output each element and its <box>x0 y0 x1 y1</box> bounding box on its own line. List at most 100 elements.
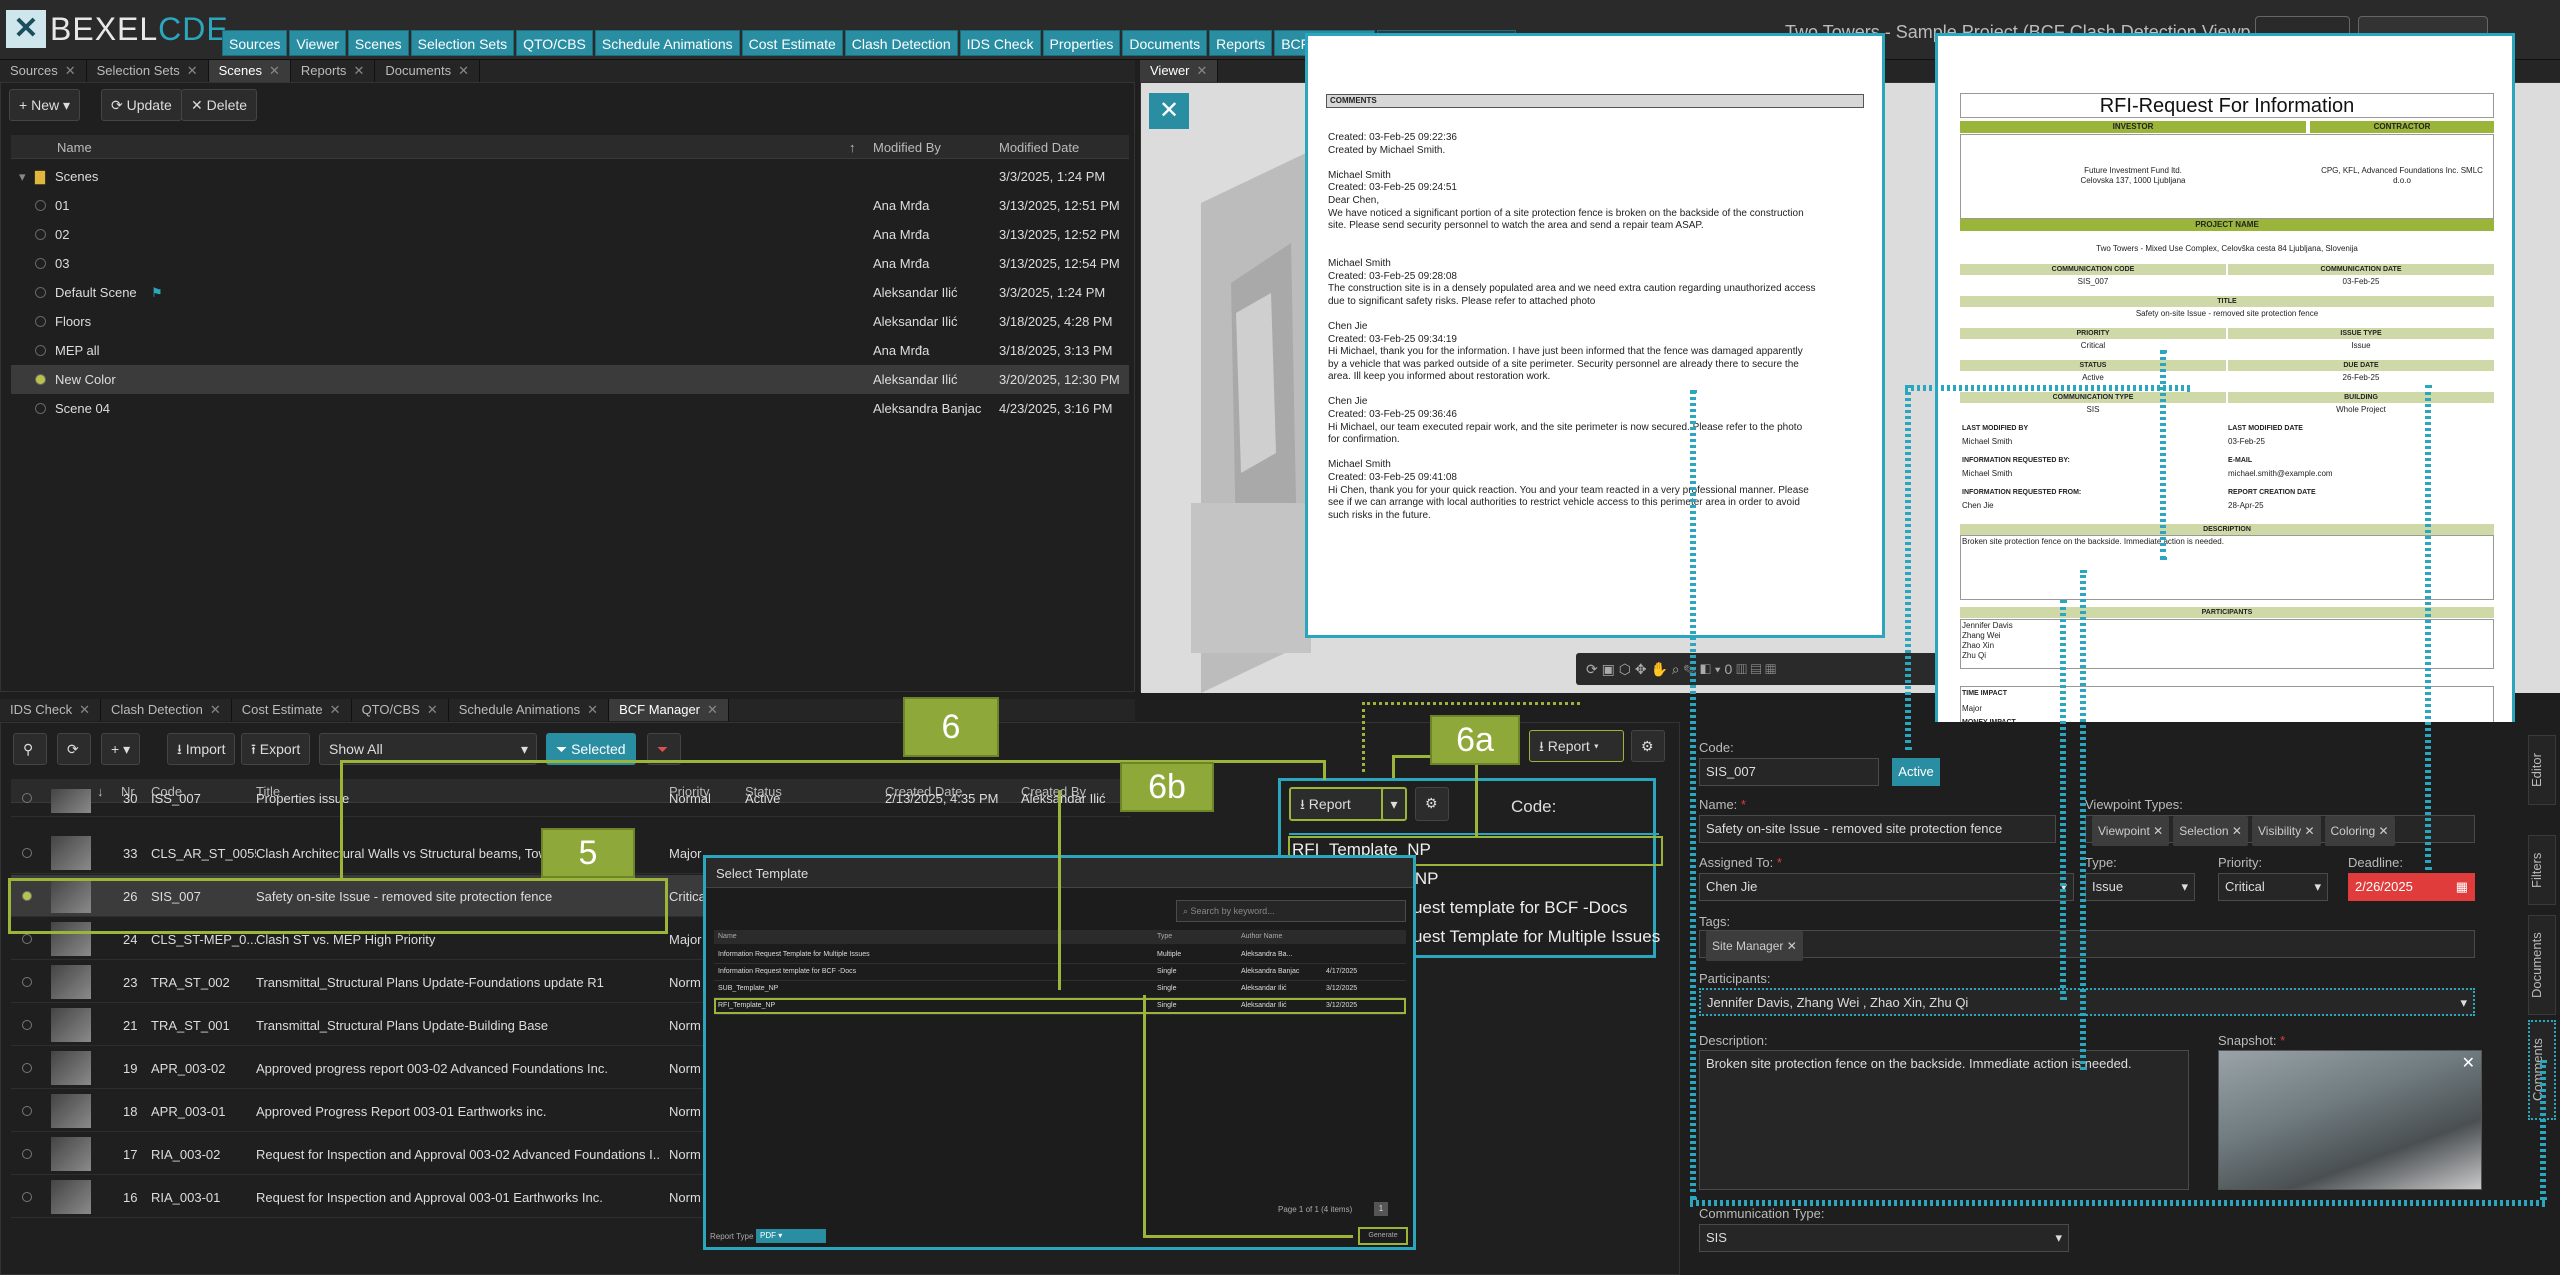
menu-item-9[interactable]: Properties <box>1042 30 1121 56</box>
tab-bottom-1[interactable]: Clash Detection ✕ <box>101 699 232 721</box>
scene-row[interactable]: 02 Ana Mrđa 3/13/2025, 12:52 PM <box>11 220 1129 249</box>
close-icon[interactable]: ✕ <box>1197 63 1208 78</box>
participants-select[interactable]: Jennifer Davis, Zhang Wei , Zhao Xin, Zh… <box>1699 988 2475 1016</box>
scene-radio[interactable] <box>35 316 46 327</box>
close-icon[interactable]: ✕ <box>2462 1053 2475 1073</box>
comm-type-select[interactable]: SIS ▾ <box>1699 1224 2069 1252</box>
bcf-radio[interactable] <box>22 1149 32 1159</box>
tab-top-0[interactable]: Sources ✕ <box>0 60 87 82</box>
close-icon[interactable]: ✕ <box>187 63 198 78</box>
close-icon[interactable]: ✕ <box>353 63 364 78</box>
bcf-radio[interactable] <box>22 1192 32 1202</box>
bcf-radio[interactable] <box>22 1063 32 1073</box>
bcf-radio[interactable] <box>22 1106 32 1116</box>
new-button[interactable]: + New ▾ <box>9 89 81 121</box>
viewer-toolbar[interactable]: ⟳ ▣ ⬡ ✥ ✋ ⌕ ✎ ◧ ▾ 0 ▥ ▤ ▦ <box>1576 653 1996 685</box>
side-tab-editor[interactable]: Editor <box>2528 735 2556 805</box>
scene-row[interactable]: 03 Ana Mrđa 3/13/2025, 12:54 PM <box>11 249 1129 278</box>
scene-radio[interactable] <box>35 374 46 385</box>
menu-item-10[interactable]: Documents <box>1122 30 1208 56</box>
side-tab-filters[interactable]: Filters <box>2528 835 2556 905</box>
tab-top-1[interactable]: Selection Sets ✕ <box>87 60 209 82</box>
scene-radio[interactable] <box>35 200 46 211</box>
col-modified-by[interactable]: Modified By <box>873 140 941 155</box>
import-button[interactable]: ⭳ Import <box>167 733 236 765</box>
deadline-field[interactable]: 2/26/2025 ▦ <box>2348 873 2475 901</box>
description-field[interactable]: Broken site protection fence on the back… <box>1699 1050 2189 1190</box>
bcf-radio[interactable] <box>22 1020 32 1030</box>
menu-item-6[interactable]: Cost Estimate <box>741 30 843 56</box>
tab-bottom-5[interactable]: BCF Manager ✕ <box>609 699 729 721</box>
bcf-radio[interactable] <box>22 793 32 803</box>
report-button-top[interactable]: ⭳ Report ▾ <box>1529 730 1624 762</box>
generate-button[interactable]: Generate <box>1358 1227 1408 1245</box>
bcf-row[interactable]: 30 ISS_007 Properties issue Normal Active 2/1… <box>11 789 1131 817</box>
scene-row[interactable]: 01 Ana Mrđa 3/13/2025, 12:51 PM <box>11 191 1129 220</box>
menu-item-8[interactable]: IDS Check <box>959 30 1041 56</box>
tab-viewer[interactable]: Viewer ✕ <box>1140 60 1219 82</box>
assigned-select[interactable]: Chen Jie ▾ <box>1699 873 2074 901</box>
side-tab-documents[interactable]: Documents <box>2528 915 2556 1015</box>
menu-item-5[interactable]: Schedule Animations <box>594 30 740 56</box>
menu-item-2[interactable]: Scenes <box>347 30 409 56</box>
close-icon[interactable]: ✕ <box>79 702 90 717</box>
viewpoint-chip[interactable]: Viewpoint ✕ <box>2092 816 2170 846</box>
export-button[interactable]: ⭱ Export <box>241 733 311 765</box>
col-modified-date[interactable]: Modified Date <box>999 140 1079 155</box>
code-field[interactable]: SIS_007 <box>1699 758 1879 786</box>
viewpoint-chip[interactable]: Visibility ✕ <box>2251 816 2321 846</box>
close-icon[interactable]: ✕ <box>587 702 598 717</box>
tab-bottom-3[interactable]: QTO/CBS ✕ <box>352 699 449 721</box>
type-select[interactable]: Issue ▾ <box>2085 873 2195 901</box>
close-icon[interactable]: ✕ <box>210 702 221 717</box>
viewpoint-chip[interactable]: Selection ✕ <box>2173 816 2248 846</box>
tags-field[interactable]: Site Manager ✕ <box>1699 930 2475 961</box>
snapshot-image[interactable]: ✕ <box>2218 1050 2482 1190</box>
report-settings-icon[interactable]: ⚙ <box>1415 787 1449 821</box>
scene-row[interactable]: Default Scene ⚑ Aleksandar Ilić 3/3/2025, 1… <box>11 278 1129 307</box>
tab-top-2[interactable]: Scenes ✕ <box>208 60 291 82</box>
sort-icon[interactable]: ↑ <box>849 140 856 155</box>
refresh-icon[interactable]: ⟳ <box>57 733 91 765</box>
tcol-author[interactable]: Author Name <box>1241 933 1282 940</box>
tab-top-4[interactable]: Documents ✕ <box>375 60 480 82</box>
bcf-radio[interactable] <box>22 977 32 987</box>
bcf-radio[interactable] <box>22 848 32 858</box>
scene-radio[interactable] <box>35 345 46 356</box>
pin-icon[interactable]: ⚲ <box>13 733 47 765</box>
collapse-icon[interactable]: ▾ <box>19 169 26 185</box>
col-name[interactable]: Name <box>57 140 92 155</box>
scene-radio[interactable] <box>35 287 46 298</box>
calendar-icon[interactable]: ▦ <box>2456 874 2468 900</box>
menu-item-3[interactable]: Selection Sets <box>410 30 515 56</box>
scenes-root-row[interactable]: ▾ ▇ Scenes 3/3/2025, 1:24 PM <box>11 162 1129 191</box>
name-field[interactable]: Safety on-site Issue - removed site prot… <box>1699 815 2056 843</box>
delete-button[interactable]: ✕ Delete <box>181 89 258 121</box>
priority-select[interactable]: Critical ▾ <box>2218 873 2328 901</box>
settings-icon[interactable]: ⚙ <box>1631 730 1665 762</box>
scene-radio[interactable] <box>35 258 46 269</box>
close-icon[interactable]: ✕ <box>269 63 280 78</box>
page-number[interactable]: 1 <box>1374 1202 1388 1216</box>
menu-item-11[interactable]: Reports <box>1209 30 1273 56</box>
scene-row[interactable]: Scene 04 Aleksandra Banjac 4/23/2025, 3:16… <box>11 394 1129 423</box>
menu-item-7[interactable]: Clash Detection <box>844 30 958 56</box>
status-badge[interactable]: Active <box>1892 758 1940 786</box>
scene-radio[interactable] <box>35 229 46 240</box>
tab-bottom-4[interactable]: Schedule Animations ✕ <box>449 699 610 721</box>
add-dropdown-button[interactable]: + ▾ <box>101 733 141 765</box>
scene-row[interactable]: New Color Aleksandar Ilić 3/20/2025, 12:30… <box>11 365 1129 394</box>
tcol-name[interactable]: Name <box>718 933 737 940</box>
bcf-radio[interactable] <box>22 934 32 944</box>
template-search-input[interactable]: ⌕ Search by keyword... <box>1176 900 1406 922</box>
close-icon[interactable]: ✕ <box>458 63 469 78</box>
viewpoint-chip[interactable]: Coloring ✕ <box>2324 816 2395 846</box>
close-icon[interactable]: ✕ <box>707 702 718 717</box>
update-button[interactable]: ⟳ Update <box>101 89 182 121</box>
tab-bottom-0[interactable]: IDS Check ✕ <box>0 699 102 721</box>
viewpoint-types-field[interactable]: Viewpoint ✕ Selection ✕ Visibility ✕ Colori… <box>2085 815 2475 846</box>
scene-radio[interactable] <box>35 403 46 414</box>
tag-chip[interactable]: Site Manager ✕ <box>1706 931 1803 961</box>
report-button[interactable]: ⭳ Report <box>1289 787 1389 821</box>
close-icon[interactable]: ✕ <box>330 702 341 717</box>
